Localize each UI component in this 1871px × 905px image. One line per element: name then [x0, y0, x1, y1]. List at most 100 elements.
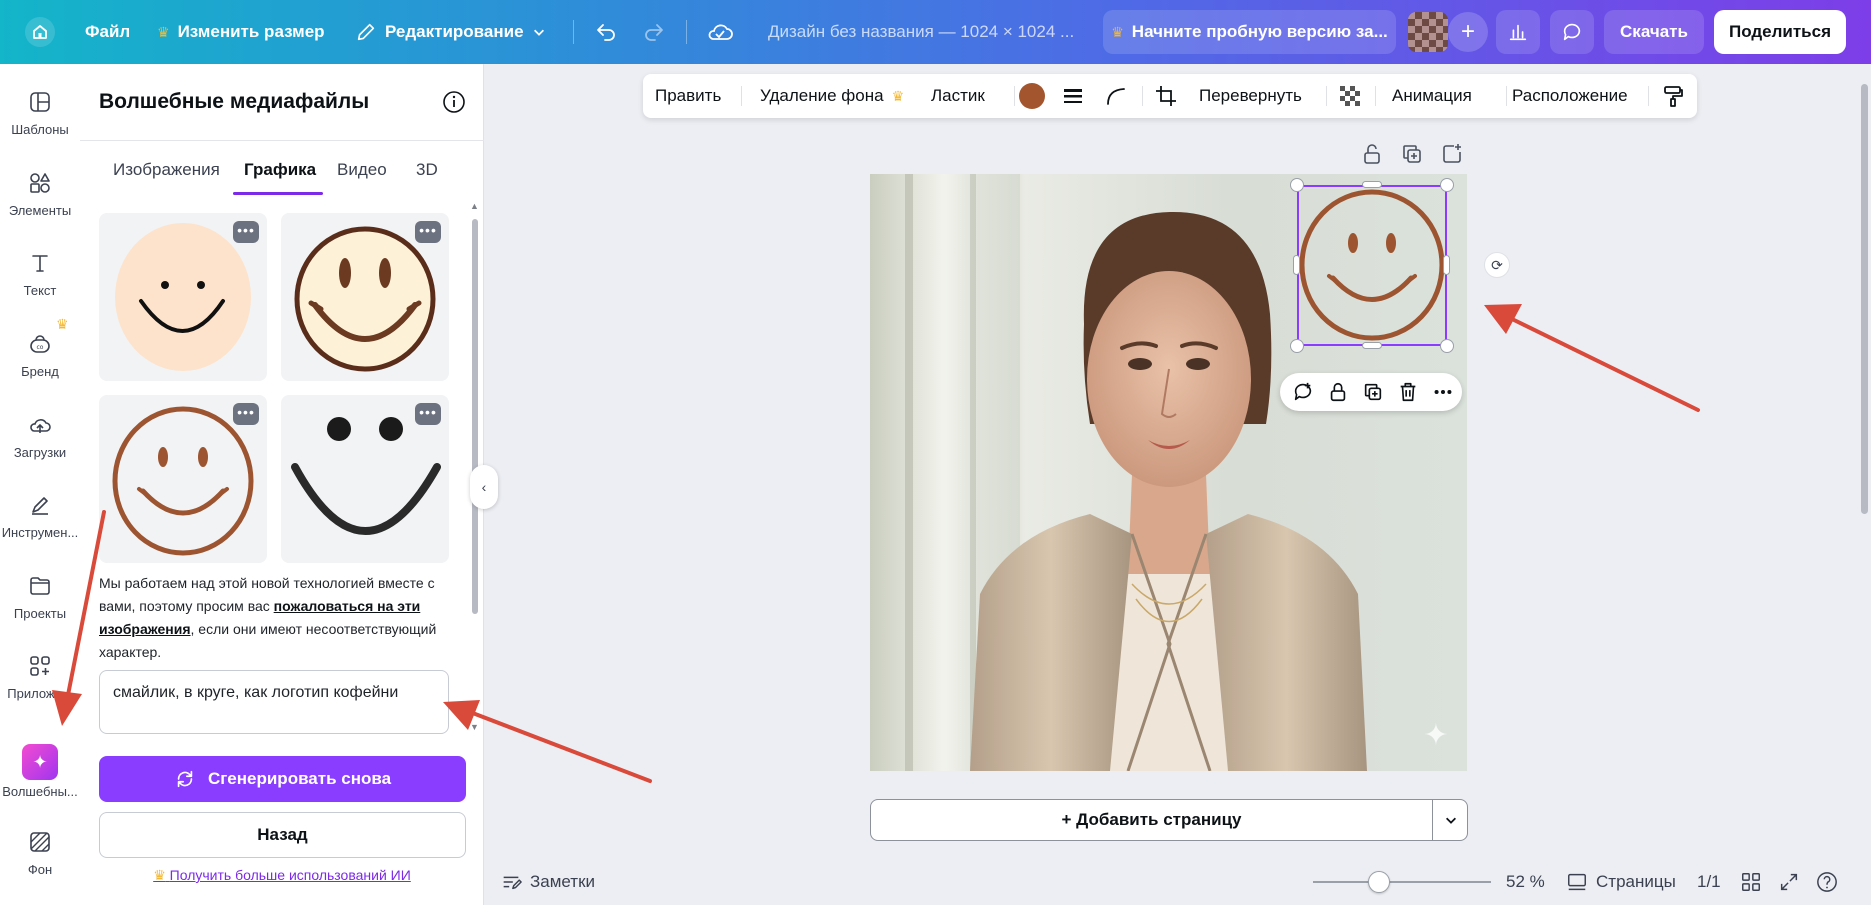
comments-button[interactable]: [1550, 10, 1594, 54]
resize-handle[interactable]: [1440, 339, 1454, 353]
zoom-slider-knob[interactable]: [1367, 871, 1390, 893]
generate-again-button[interactable]: Сгенерировать снова: [99, 756, 466, 802]
rail-item-magic-media[interactable]: ✦ Волшебны...: [0, 744, 80, 816]
resize-button[interactable]: ♛ Изменить размер: [157, 0, 325, 64]
text-icon: [32, 255, 48, 272]
collapse-panel-button[interactable]: ‹: [470, 465, 498, 509]
scroll-thumb[interactable]: [472, 219, 478, 614]
tab-3d[interactable]: 3D: [416, 160, 438, 180]
pages-button[interactable]: Страницы: [1566, 870, 1676, 894]
notes-button[interactable]: Заметки: [500, 870, 595, 894]
remove-background-button[interactable]: Удаление фона ♛: [760, 74, 904, 118]
rail-item-projects[interactable]: Проекты: [0, 574, 80, 646]
resize-handle[interactable]: [1362, 181, 1382, 188]
crown-icon: ♛: [153, 867, 166, 883]
divider: [741, 86, 742, 106]
redo-button[interactable]: [642, 0, 666, 64]
crown-icon: ♛: [157, 23, 170, 40]
more-options-button[interactable]: •••: [415, 403, 441, 425]
home-button[interactable]: [24, 16, 56, 48]
copy-style-button[interactable]: [1661, 74, 1685, 118]
prompt-input[interactable]: смайлик, в круге, как логотип кофейни: [99, 670, 449, 734]
resize-handle[interactable]: [1293, 255, 1300, 275]
avatar[interactable]: [1408, 12, 1448, 52]
scroll-thumb[interactable]: [1861, 84, 1868, 514]
crop-button[interactable]: [1154, 74, 1178, 118]
selection-box[interactable]: [1297, 185, 1447, 346]
trash-icon[interactable]: [1397, 381, 1419, 403]
lock-page-icon[interactable]: [1360, 142, 1384, 166]
design-title[interactable]: Дизайн без названия — 1024 × 1024 ...: [768, 0, 1074, 64]
resize-handle[interactable]: [1440, 178, 1454, 192]
info-icon[interactable]: [442, 90, 466, 114]
invite-plus-button[interactable]: +: [1448, 12, 1488, 52]
more-options-button[interactable]: •••: [415, 221, 441, 243]
transparency-button[interactable]: [1338, 74, 1362, 118]
resize-handle[interactable]: [1362, 342, 1382, 349]
grid-icon: [1742, 873, 1760, 891]
add-page-icon[interactable]: [1440, 142, 1464, 166]
zoom-value[interactable]: 52 %: [1506, 870, 1545, 894]
rail-item-apps[interactable]: Приложе...: [0, 654, 80, 726]
resize-handle[interactable]: [1443, 255, 1450, 275]
duplicate-page-icon[interactable]: [1400, 142, 1424, 166]
share-button[interactable]: Поделиться: [1714, 10, 1846, 54]
result-graphic-1[interactable]: •••: [99, 213, 267, 381]
panel-scrollbar[interactable]: ▲: [470, 201, 479, 614]
tab-video[interactable]: Видео: [337, 160, 387, 180]
scroll-up-arrow[interactable]: ▲: [470, 201, 479, 211]
duplicate-icon[interactable]: [1362, 381, 1384, 403]
help-button[interactable]: [1816, 870, 1838, 894]
templates-icon: [30, 92, 50, 112]
resize-handle[interactable]: [1290, 178, 1304, 192]
line-weight-button[interactable]: [1061, 74, 1085, 118]
file-menu[interactable]: Файл: [85, 0, 130, 64]
edit-button[interactable]: Править: [655, 74, 721, 118]
pages-icon: [1568, 873, 1586, 891]
scroll-down-arrow[interactable]: ▼: [470, 722, 479, 732]
result-graphic-3[interactable]: •••: [99, 395, 267, 563]
resize-handle[interactable]: [1290, 339, 1304, 353]
flip-button[interactable]: Перевернуть: [1199, 74, 1302, 118]
more-options-button[interactable]: •••: [233, 403, 259, 425]
more-ai-link[interactable]: ♛ Получить больше использований ИИ: [80, 867, 484, 884]
animate-button[interactable]: Анимация: [1392, 74, 1472, 118]
cloud-save-status[interactable]: [706, 0, 734, 64]
eraser-button[interactable]: Ластик: [931, 74, 985, 118]
fullscreen-button[interactable]: [1778, 870, 1800, 894]
rail-item-tools[interactable]: Инструмен...: [0, 493, 80, 565]
add-page-button[interactable]: + Добавить страницу: [871, 800, 1432, 840]
download-button[interactable]: Скачать: [1604, 10, 1704, 54]
insights-button[interactable]: [1496, 10, 1540, 54]
start-trial-button[interactable]: ♛ Начните пробную версию за...: [1103, 10, 1396, 54]
rotate-button[interactable]: ⟳: [1484, 252, 1510, 278]
corner-rounding-button[interactable]: [1104, 74, 1128, 118]
rail-item-uploads[interactable]: Загрузки: [0, 413, 80, 485]
help-icon: [1817, 872, 1837, 892]
position-button[interactable]: Расположение: [1512, 74, 1628, 118]
add-comment-icon[interactable]: [1292, 381, 1314, 403]
back-button[interactable]: Назад: [99, 812, 466, 858]
rail-item-brand[interactable]: co Бренд: [0, 332, 80, 404]
rail-item-text[interactable]: Текст: [0, 251, 80, 323]
zoom-slider-track[interactable]: [1313, 881, 1491, 883]
editing-menu[interactable]: Редактирование: [355, 0, 546, 64]
result-graphic-2[interactable]: •••: [281, 213, 449, 381]
add-page-dropdown[interactable]: [1433, 800, 1468, 840]
rail-item-elements[interactable]: Элементы: [0, 171, 80, 243]
more-horizontal-icon[interactable]: [1432, 381, 1454, 403]
lock-icon[interactable]: [1327, 381, 1349, 403]
undo-button[interactable]: [594, 0, 618, 64]
canvas-scrollbar[interactable]: [1858, 64, 1871, 905]
tab-graphics[interactable]: Графика: [244, 160, 316, 180]
more-options-button[interactable]: •••: [233, 221, 259, 243]
grid-view-button[interactable]: [1740, 870, 1762, 894]
result-graphic-4[interactable]: •••: [281, 395, 449, 563]
magic-media-icon: ✦: [22, 744, 58, 780]
bar-chart-icon: [1509, 24, 1527, 41]
magic-media-panel: Волшебные медиафайлы Изображения Графика…: [80, 64, 484, 905]
rail-item-templates[interactable]: Шаблоны: [0, 90, 80, 162]
tab-images[interactable]: Изображения: [113, 160, 220, 180]
rail-item-background[interactable]: Фон: [0, 830, 80, 902]
color-picker[interactable]: [1019, 74, 1045, 118]
